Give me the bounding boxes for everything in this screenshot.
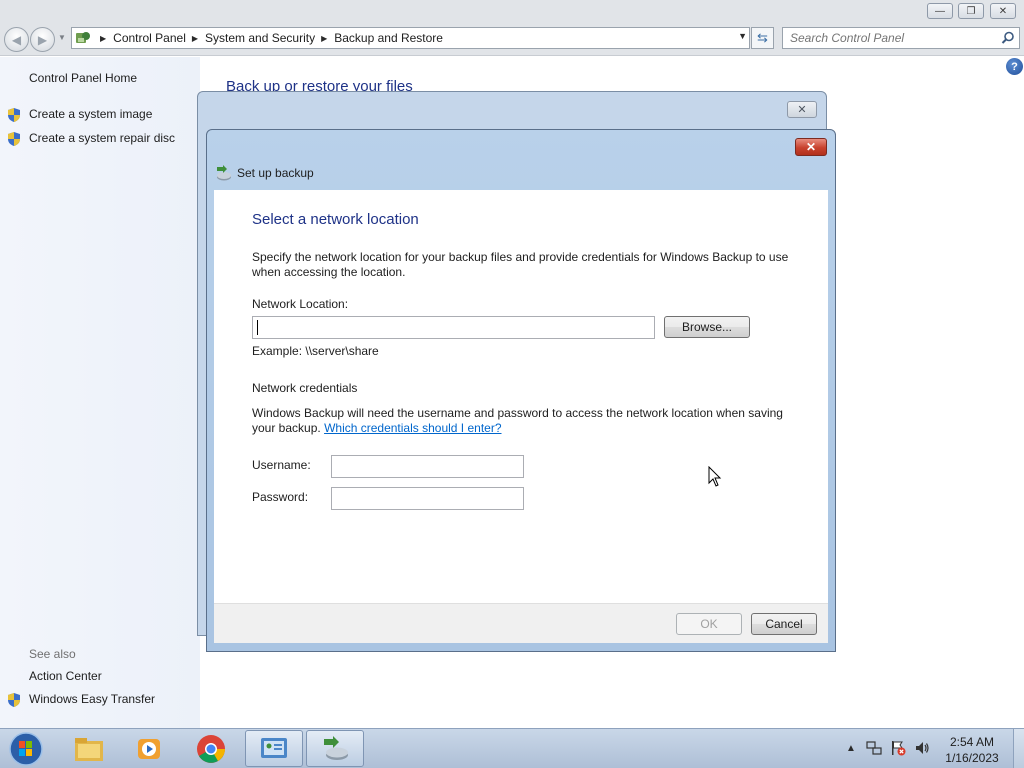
dialog-close-button[interactable]: ✕ (795, 138, 827, 156)
address-bar[interactable]: ▶ Control Panel ▶ System and Security ▶ … (71, 27, 750, 49)
create-system-repair-disc-link[interactable]: Create a system repair disc (29, 131, 175, 145)
back-arrow-icon: ◀ (11, 32, 22, 47)
username-label: Username: (252, 458, 311, 472)
background-dialog-close-button[interactable]: ✕ (787, 101, 817, 118)
create-system-image-link[interactable]: Create a system image (29, 107, 152, 121)
close-button[interactable]: ✕ (990, 3, 1016, 19)
search-box[interactable] (782, 27, 1020, 49)
browse-button[interactable]: Browse... (664, 316, 750, 338)
navigation-bar: ◀ ▶ ▼ ▶ Control Panel ▶ System and Secur… (0, 24, 1024, 56)
close-icon: ✕ (797, 104, 807, 116)
forward-arrow-icon: ▶ (37, 32, 48, 47)
control-panel-icon (72, 28, 94, 48)
help-icon: ? (1011, 60, 1018, 73)
password-input[interactable] (331, 487, 524, 510)
dialog-description: Specify the network location for your ba… (252, 250, 789, 279)
see-also-heading: See also (29, 647, 76, 661)
network-location-example: Example: \\server\share (252, 344, 379, 358)
close-icon: ✕ (805, 140, 817, 154)
address-dropdown-icon[interactable]: ▼ (738, 31, 747, 41)
breadcrumb-chevron-icon[interactable]: ▶ (100, 34, 106, 43)
show-desktop-button[interactable] (1013, 729, 1024, 768)
text-caret (257, 320, 258, 335)
chrome-icon (197, 734, 225, 763)
network-location-input[interactable] (252, 316, 655, 339)
dialog-heading: Select a network location (252, 211, 419, 228)
breadcrumb: ▶ Control Panel ▶ System and Security ▶ … (94, 31, 443, 45)
show-hidden-icons-button[interactable]: ▲ (843, 740, 859, 756)
backup-icon (217, 165, 231, 181)
refresh-button[interactable]: ⇆ (751, 27, 774, 49)
folder-icon (75, 737, 103, 761)
help-button[interactable]: ? (1006, 58, 1023, 75)
backup-icon (324, 735, 348, 760)
breadcrumb-control-panel[interactable]: Control Panel (113, 31, 186, 45)
back-button[interactable]: ◀ (4, 27, 29, 52)
clock-date: 1/16/2023 (945, 751, 999, 765)
restore-icon: ❐ (966, 5, 976, 17)
network-credentials-heading: Network credentials (252, 381, 358, 395)
clock-time: 2:54 AM (949, 735, 995, 749)
which-credentials-link[interactable]: Which credentials should I enter? (324, 421, 501, 435)
action-center-flag-icon[interactable] (890, 740, 906, 756)
windows-easy-transfer-link[interactable]: Windows Easy Transfer (29, 692, 155, 706)
taskbar-chrome-button[interactable] (182, 730, 240, 767)
taskbar-control-panel-button[interactable] (245, 730, 303, 767)
network-location-label: Network Location: (252, 297, 349, 311)
minimize-icon: — (935, 5, 945, 17)
windows-logo-icon (9, 732, 43, 766)
left-navigation-pane: Control Panel Home Create a system image… (0, 57, 200, 728)
taskbar-backup-button[interactable] (306, 730, 364, 767)
start-button[interactable] (6, 731, 46, 767)
media-player-icon (138, 738, 160, 759)
uac-shield-icon (8, 693, 20, 707)
cancel-button[interactable]: Cancel (751, 613, 817, 635)
breadcrumb-chevron-icon[interactable]: ▶ (192, 34, 198, 43)
uac-shield-icon (8, 132, 20, 146)
password-label: Password: (252, 490, 309, 504)
uac-shield-icon (8, 108, 20, 122)
mouse-cursor-icon (708, 466, 722, 487)
breadcrumb-system-and-security[interactable]: System and Security (205, 31, 315, 45)
breadcrumb-chevron-icon[interactable]: ▶ (321, 34, 327, 43)
breadcrumb-backup-and-restore[interactable]: Backup and Restore (334, 31, 443, 45)
minimize-button[interactable]: — (927, 3, 953, 19)
control-panel-icon (261, 737, 287, 758)
dialog-title: Set up backup (237, 166, 314, 180)
system-clock[interactable]: 2:54 AM 1/16/2023 (937, 734, 1007, 766)
taskbar-media-player-button[interactable] (120, 730, 178, 767)
taskbar-explorer-button[interactable] (60, 730, 118, 767)
restore-button[interactable]: ❐ (958, 3, 984, 19)
username-input[interactable] (331, 455, 524, 478)
ok-button[interactable]: OK (676, 613, 742, 635)
network-icon[interactable] (866, 740, 882, 756)
control-panel-home-link[interactable]: Control Panel Home (29, 71, 137, 85)
action-center-link[interactable]: Action Center (29, 669, 102, 683)
taskbar: ▲ 2:54 AM 1/16/2023 (0, 728, 1024, 768)
refresh-icon: ⇆ (757, 30, 768, 45)
forward-button[interactable]: ▶ (30, 27, 55, 52)
search-icon[interactable] (1001, 31, 1015, 45)
credentials-description: Windows Backup will need the username an… (252, 406, 792, 436)
volume-icon[interactable] (914, 740, 930, 756)
window-titlebar: — ❐ ✕ (0, 0, 1024, 24)
search-input[interactable] (783, 28, 993, 48)
close-icon: ✕ (998, 5, 1008, 17)
recent-pages-dropdown[interactable]: ▼ (58, 33, 66, 42)
